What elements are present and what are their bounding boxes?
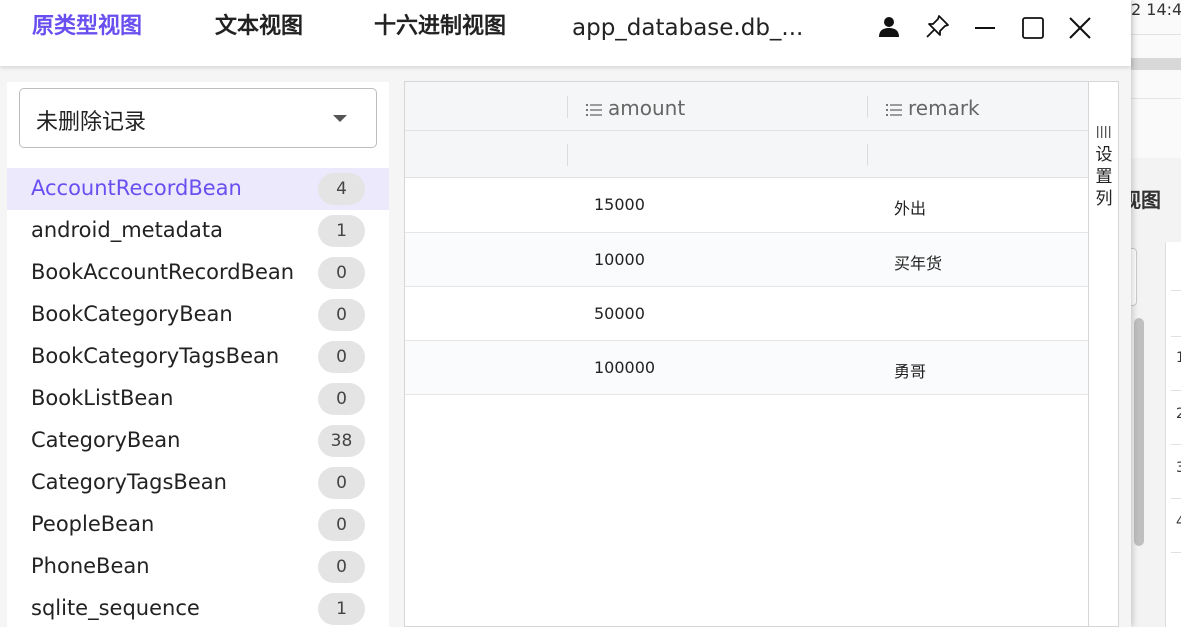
column-divider[interactable]	[567, 96, 568, 118]
background-row-number: 2	[1176, 406, 1181, 422]
tab-raw-type-view[interactable]: 原类型视图	[32, 12, 142, 42]
table-list-item[interactable]: android_metadata 1	[7, 210, 389, 252]
background-row-number: 3	[1176, 460, 1181, 476]
table-list-item[interactable]: PhoneBean 0	[7, 546, 389, 588]
record-count-badge: 1	[318, 593, 365, 625]
table-list-item[interactable]: CategoryTagsBean 0	[7, 462, 389, 504]
background-title: 视图	[1131, 188, 1161, 212]
record-count-badge: 0	[318, 341, 365, 373]
column-divider	[567, 144, 568, 166]
background-input	[1131, 248, 1137, 306]
table-sidebar: 未删除记录 AccountRecordBean 4 android_metada…	[7, 82, 389, 627]
chevron-down-icon	[333, 115, 347, 122]
table-name: PhoneBean	[31, 554, 150, 578]
table-list-item[interactable]: BookCategoryBean 0	[7, 294, 389, 336]
background-row-divider	[1171, 444, 1181, 445]
column-divider[interactable]	[867, 96, 868, 118]
record-count-badge: 0	[318, 257, 365, 289]
record-count-badge: 0	[318, 299, 365, 331]
column-settings-button[interactable]: 设置列	[1088, 82, 1118, 626]
header-filter-divider	[405, 130, 1088, 131]
minimize-icon[interactable]	[970, 12, 1000, 42]
table-row[interactable]: 100000 勇哥	[405, 341, 1088, 395]
record-count-badge: 0	[318, 551, 365, 583]
record-filter-select[interactable]: 未删除记录	[19, 88, 377, 148]
cell-amount: 100000	[594, 358, 656, 377]
record-count-badge: 0	[318, 467, 365, 499]
file-title: app_database.db_...	[572, 15, 804, 41]
background-row-divider	[1171, 390, 1181, 391]
record-count-badge: 1	[318, 215, 365, 247]
table-name: BookCategoryBean	[31, 302, 233, 326]
column-settings-label: 设置列	[1095, 145, 1113, 209]
cell-amount: 50000	[594, 304, 645, 323]
cell-amount: 10000	[594, 250, 645, 269]
table-list-item[interactable]: CategoryBean 38	[7, 420, 389, 462]
table-name: android_metadata	[31, 218, 223, 242]
record-filter-value: 未删除记录	[36, 110, 147, 135]
table-name: BookAccountRecordBean	[31, 260, 295, 284]
table-header: amount remark	[405, 82, 1088, 178]
background-row-divider	[1171, 336, 1181, 337]
list-icon	[586, 98, 602, 122]
background-row-divider	[1171, 498, 1181, 499]
background-table	[1165, 242, 1181, 627]
table-name: BookCategoryTagsBean	[31, 344, 280, 368]
record-count-badge: 38	[318, 425, 365, 457]
background-band	[1131, 58, 1181, 70]
table-list-item[interactable]: sqlite_sequence 1	[7, 588, 389, 627]
list-icon	[886, 98, 902, 122]
record-count-badge: 4	[318, 173, 365, 205]
record-count-badge: 0	[318, 509, 365, 541]
column-header-label: amount	[608, 96, 686, 120]
table-row[interactable]: 10000 买年货	[405, 233, 1088, 287]
background-scrollbar[interactable]	[1134, 318, 1144, 546]
close-icon[interactable]	[1065, 12, 1095, 42]
column-header-remark[interactable]: remark	[886, 96, 980, 122]
table-name: BookListBean	[31, 386, 174, 410]
column-divider	[867, 144, 868, 166]
background-divider	[1131, 34, 1181, 35]
cell-remark: 勇哥	[894, 362, 927, 381]
title-bar: 原类型视图 文本视图 十六进制视图 app_database.db_...	[0, 0, 1131, 66]
records-table: amount remark 15000 外出 10000 买年货 50000 1…	[404, 81, 1119, 627]
tab-text-view[interactable]: 文本视图	[215, 12, 303, 42]
table-list-item[interactable]: AccountRecordBean 4	[7, 168, 389, 210]
cell-amount: 15000	[594, 195, 645, 214]
column-header-amount[interactable]: amount	[586, 96, 685, 122]
table-name: sqlite_sequence	[31, 596, 200, 620]
table-list-item[interactable]: PeopleBean 0	[7, 504, 389, 546]
user-icon[interactable]	[874, 12, 904, 42]
table-name: CategoryTagsBean	[31, 470, 227, 494]
table-row[interactable]: 50000	[405, 287, 1088, 341]
table-list-item[interactable]: BookCategoryTagsBean 0	[7, 336, 389, 378]
maximize-icon[interactable]	[1018, 12, 1048, 42]
table-list-item[interactable]: BookAccountRecordBean 0	[7, 252, 389, 294]
background-row-divider	[1171, 552, 1181, 553]
cell-remark: 外出	[894, 199, 927, 218]
column-header-label: remark	[908, 96, 980, 120]
background-row-number: 4	[1176, 514, 1181, 530]
table-name: AccountRecordBean	[31, 176, 242, 200]
background-window: 2 14:4 视图 1 2 3 4	[1131, 0, 1181, 627]
columns-icon	[1097, 126, 1111, 138]
table-row[interactable]: 15000 外出	[405, 178, 1088, 233]
pin-icon[interactable]	[922, 12, 952, 42]
background-row-number: 1	[1176, 350, 1181, 366]
cell-remark: 买年货	[894, 254, 943, 273]
table-name: CategoryBean	[31, 428, 181, 452]
record-count-badge: 0	[318, 383, 365, 415]
background-divider	[1131, 98, 1181, 99]
background-time: 2 14:4	[1131, 0, 1181, 19]
table-name: PeopleBean	[31, 512, 155, 536]
background-row-divider	[1171, 290, 1181, 291]
table-list-item[interactable]: BookListBean 0	[7, 378, 389, 420]
tab-hex-view[interactable]: 十六进制视图	[374, 12, 506, 42]
database-viewer-window: 原类型视图 文本视图 十六进制视图 app_database.db_... 未删…	[0, 0, 1131, 627]
